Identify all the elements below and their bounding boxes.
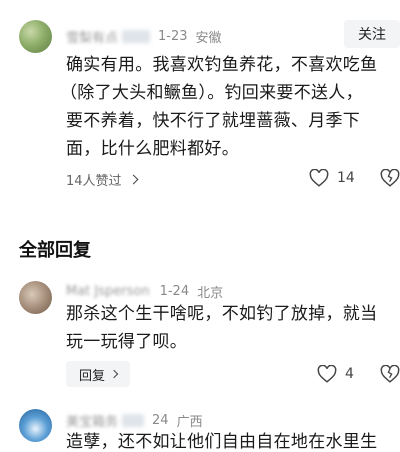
comment-location: 安徽 bbox=[195, 31, 222, 46]
avatar[interactable] bbox=[19, 281, 52, 314]
comment-line: （除了大头和鳜鱼）。钓回来要不送人， bbox=[60, 83, 363, 103]
reply-line: 造孽，还不如让他们自由自在地在水里生 bbox=[66, 432, 378, 452]
dislike-button[interactable] bbox=[380, 169, 400, 187]
username[interactable]: 雪梨有点 bbox=[66, 27, 118, 46]
liked-by-link[interactable]: 14人赞过 bbox=[66, 170, 138, 189]
avatar[interactable] bbox=[19, 20, 52, 53]
reply-text: 那杀这个生干啥呢，不如钓了放掉，就当 玩一玩得了呗。 bbox=[66, 300, 396, 356]
username[interactable]: Mat Jsperson bbox=[66, 284, 150, 299]
liked-by-text: 14人赞过 bbox=[66, 174, 122, 189]
avatar[interactable] bbox=[19, 409, 52, 442]
reply-line: 那杀这个生干啥呢，不如钓了放掉，就当 bbox=[66, 304, 378, 324]
reply-meta: Mat Jsperson 1-24 北京 bbox=[66, 282, 223, 301]
comment-text: 确实有用。我喜欢钓鱼养花，不喜欢吃鱼 （除了大头和鳜鱼）。钓回来要不送人， 要不… bbox=[60, 51, 396, 163]
reply-button-label: 回复 bbox=[78, 368, 105, 384]
blurred-name-segment bbox=[122, 30, 151, 43]
comment-line: 确实有用。我喜欢钓鱼养花，不喜欢吃鱼 bbox=[66, 55, 378, 75]
reply-date: 1-24 bbox=[159, 284, 190, 299]
reply-date: 24 bbox=[152, 413, 169, 428]
dislike-icon bbox=[380, 365, 400, 383]
section-title: 全部回复 bbox=[19, 240, 91, 261]
dislike-button[interactable] bbox=[380, 365, 400, 383]
comment-date: 1-23 bbox=[158, 29, 188, 44]
heart-icon bbox=[309, 169, 329, 187]
chevron-right-icon bbox=[109, 369, 119, 379]
dislike-icon bbox=[380, 169, 400, 187]
comment-line: 面，比什么肥料都好。 bbox=[66, 139, 239, 159]
chevron-right-icon bbox=[128, 174, 138, 185]
like-count: 4 bbox=[345, 366, 354, 382]
like-button[interactable]: 14 bbox=[309, 169, 355, 187]
heart-icon bbox=[317, 365, 337, 383]
reply-text: 造孽，还不如让他们自由自在地在水里生 bbox=[66, 428, 400, 452]
comment-line: 要不养着，快不行了就埋蔷薇、月季下 bbox=[66, 111, 361, 131]
like-count: 14 bbox=[337, 170, 355, 186]
reply-line: 玩一玩得了呗。 bbox=[66, 332, 188, 352]
reply-button[interactable]: 回复 bbox=[66, 361, 130, 387]
reply-location: 北京 bbox=[197, 286, 224, 301]
comment-meta: 雪梨有点 1-23 安徽 bbox=[66, 27, 222, 46]
like-button[interactable]: 4 bbox=[317, 365, 354, 383]
blurred-name-segment bbox=[122, 414, 145, 427]
follow-button[interactable]: 关注 bbox=[344, 20, 400, 48]
